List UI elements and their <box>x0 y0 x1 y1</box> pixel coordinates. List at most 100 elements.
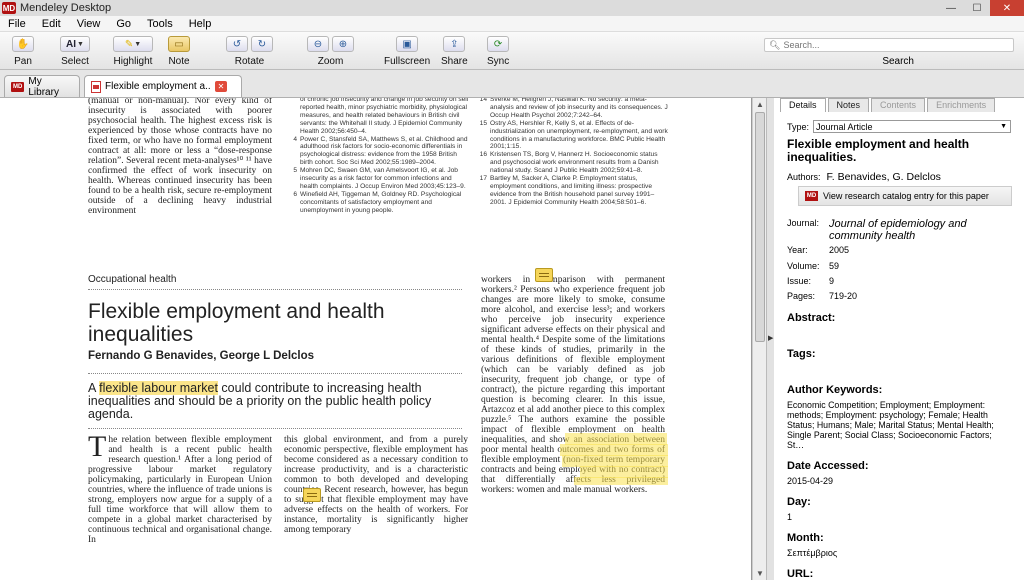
sticky-note-icon[interactable] <box>535 268 553 282</box>
share-icon[interactable]: ⇪ <box>443 36 466 52</box>
highlight-annotation[interactable] <box>574 477 668 485</box>
reference-item: 16 Kristensen TS, Borg V, Hannerz H. Soci… <box>479 151 659 175</box>
search-box[interactable]: 🔍︎ <box>764 38 1014 52</box>
tab-my-library[interactable]: MD My Library <box>4 75 80 98</box>
document-title[interactable]: Flexible employment and health inequalit… <box>787 138 1013 164</box>
date-accessed-heading: Date Accessed: <box>787 460 869 472</box>
pdf-text-prev-page: (manual or non-manual). Nor every kind o… <box>88 98 272 216</box>
close-icon[interactable]: ✕ <box>990 0 1024 16</box>
month-heading: Month: <box>787 532 824 544</box>
maximize-icon[interactable]: ☐ <box>964 0 990 16</box>
type-select[interactable]: Journal Article ▼ <box>813 120 1012 133</box>
divider <box>88 289 462 290</box>
title-bar: MD Mendeley Desktop — ☐ ✕ <box>0 0 1024 16</box>
sync-icon[interactable]: ⟳ <box>487 36 510 52</box>
scrollbar-thumb[interactable] <box>755 112 765 342</box>
tab-doc-label: Flexible employment a... <box>105 81 211 92</box>
pan-tool[interactable]: ✋ Pan <box>12 35 34 69</box>
search-input[interactable] <box>783 40 994 50</box>
close-tab-icon[interactable]: ✕ <box>215 81 227 92</box>
sticky-note-icon[interactable] <box>303 488 321 502</box>
scroll-up-icon[interactable]: ▲ <box>756 100 764 109</box>
authors-value[interactable]: F. Benavides, G. Delclos <box>827 171 941 183</box>
note-tool[interactable]: ▭ Note <box>168 35 190 69</box>
abstract-heading[interactable]: Abstract: <box>787 312 835 324</box>
menu-view[interactable]: View <box>69 18 109 30</box>
article-authors: Fernando G Benavides, George L Delclos <box>88 350 315 362</box>
menu-bar: File Edit View Go Tools Help <box>0 16 1024 32</box>
reference-item: 14 Sverke M, Hellgren J, Naswall K. No se… <box>479 98 668 119</box>
zoom-label: Zoom <box>317 56 344 67</box>
highlighter-icon[interactable]: ✎ ▼ <box>113 36 153 52</box>
pdf-scrollbar[interactable]: ▲ ▼ <box>752 98 766 580</box>
issue-field[interactable]: Issue: 9 <box>787 276 834 286</box>
keywords-value[interactable]: Economic Competition; Employment; Employ… <box>787 400 1009 450</box>
fullscreen-icon[interactable]: ▣ <box>396 36 419 52</box>
pan-hand-icon[interactable]: ✋ <box>12 36 34 52</box>
fullscreen-tool[interactable]: ▣ Fullscreen <box>384 35 430 69</box>
rotate-tool[interactable]: ↺ ↻ Rotate <box>226 35 273 69</box>
select-tool[interactable]: AI ▼ Select <box>60 35 90 69</box>
window-title: Mendeley Desktop <box>20 2 112 14</box>
reference-item: 4 Power C, Stansfeld SA, Matthews S, et a… <box>293 135 468 167</box>
scroll-down-icon[interactable]: ▼ <box>756 569 764 578</box>
tab-details[interactable]: Details <box>780 98 826 112</box>
menu-go[interactable]: Go <box>108 18 139 30</box>
menu-edit[interactable]: Edit <box>34 18 69 30</box>
pdf-viewer[interactable]: (manual or non-manual). Nor every kind o… <box>0 98 752 580</box>
share-tool[interactable]: ⇪ Share <box>441 35 468 69</box>
rotate-label: Rotate <box>234 56 265 67</box>
volume-field[interactable]: Volume: 59 <box>787 261 839 271</box>
highlighted-text[interactable]: flexible labour market <box>99 381 218 395</box>
day-value[interactable]: 1 <box>787 512 792 522</box>
minimize-icon[interactable]: — <box>938 0 964 16</box>
mendeley-logo-icon: MD <box>2 2 16 14</box>
tab-contents[interactable]: Contents <box>871 98 926 112</box>
highlight-tool[interactable]: ✎ ▼ Highlight <box>113 35 153 69</box>
share-label: Share <box>441 56 468 67</box>
select-label: Select <box>61 56 89 67</box>
rotate-right-icon[interactable]: ↻ <box>251 36 273 52</box>
reference-item: of chronic job insecurity and change in … <box>300 98 469 135</box>
text-select-icon[interactable]: AI ▼ <box>60 36 90 52</box>
pdf-references-right: 14 Sverke M, Hellgren J, Naswall K. No se… <box>478 98 668 207</box>
tab-library-label: My Library <box>28 75 59 98</box>
sync-tool[interactable]: ⟳ Sync <box>487 35 509 69</box>
month-value[interactable]: Σεπτέμβριος <box>787 548 837 558</box>
year-field[interactable]: Year: 2005 <box>787 245 849 255</box>
reference-item: 17 Bartley M, Sacker A, Clarke P. Employm… <box>479 175 655 206</box>
sticky-note-icon[interactable]: ▭ <box>168 36 190 52</box>
zoom-tool[interactable]: ⊖ ⊕ Zoom <box>307 35 354 69</box>
chevron-down-icon: ▼ <box>1000 123 1008 130</box>
document-tab-bar: MD My Library Flexible employment a... ✕ <box>0 70 1024 98</box>
tab-enrichments[interactable]: Enrichments <box>927 98 996 112</box>
authors-label: Authors: <box>787 172 821 182</box>
type-label: Type: <box>787 121 810 132</box>
journal-field[interactable]: Journal: Journal of epidemiology and comm… <box>787 218 979 242</box>
zoom-out-icon[interactable]: ⊖ <box>307 36 329 52</box>
tab-pdf-document[interactable]: Flexible employment a... ✕ <box>84 75 242 97</box>
collapse-arrow-icon[interactable]: ▶ <box>768 334 773 342</box>
menu-file[interactable]: File <box>0 18 34 30</box>
view-catalog-button[interactable]: MD View research catalog entry for this … <box>798 186 1012 206</box>
toolbar: ✋ Pan AI ▼ Select ✎ ▼ Highlight ▭ Note ↺ ↻… <box>0 32 1024 70</box>
details-panel: Details Notes Contents Enrichments Type:… <box>774 98 1024 580</box>
rotate-left-icon[interactable]: ↺ <box>226 36 248 52</box>
sync-label: Sync <box>487 56 510 67</box>
article-title: Flexible employment and health inequalit… <box>88 300 385 346</box>
day-heading: Day: <box>787 496 811 508</box>
pages-field[interactable]: Pages: 719-20 <box>787 291 857 301</box>
keywords-heading: Author Keywords: <box>787 384 883 396</box>
menu-help[interactable]: Help <box>181 18 220 30</box>
reference-item: 5 Mohren DC, Swaen GM, van Amelsvoort IG,… <box>293 167 466 190</box>
panel-splitter[interactable]: ▶ <box>766 98 774 580</box>
tags-heading[interactable]: Tags: <box>787 348 816 360</box>
divider <box>88 373 462 374</box>
catalog-label: View research catalog entry for this pap… <box>823 191 989 201</box>
tab-notes[interactable]: Notes <box>827 98 870 112</box>
mendeley-logo-icon: MD <box>11 81 25 92</box>
menu-tools[interactable]: Tools <box>139 18 181 30</box>
zoom-in-icon[interactable]: ⊕ <box>332 36 354 52</box>
date-accessed-value[interactable]: 2015-04-29 <box>787 476 833 486</box>
article-standfirst: A flexible labour market could contribut… <box>88 381 432 421</box>
